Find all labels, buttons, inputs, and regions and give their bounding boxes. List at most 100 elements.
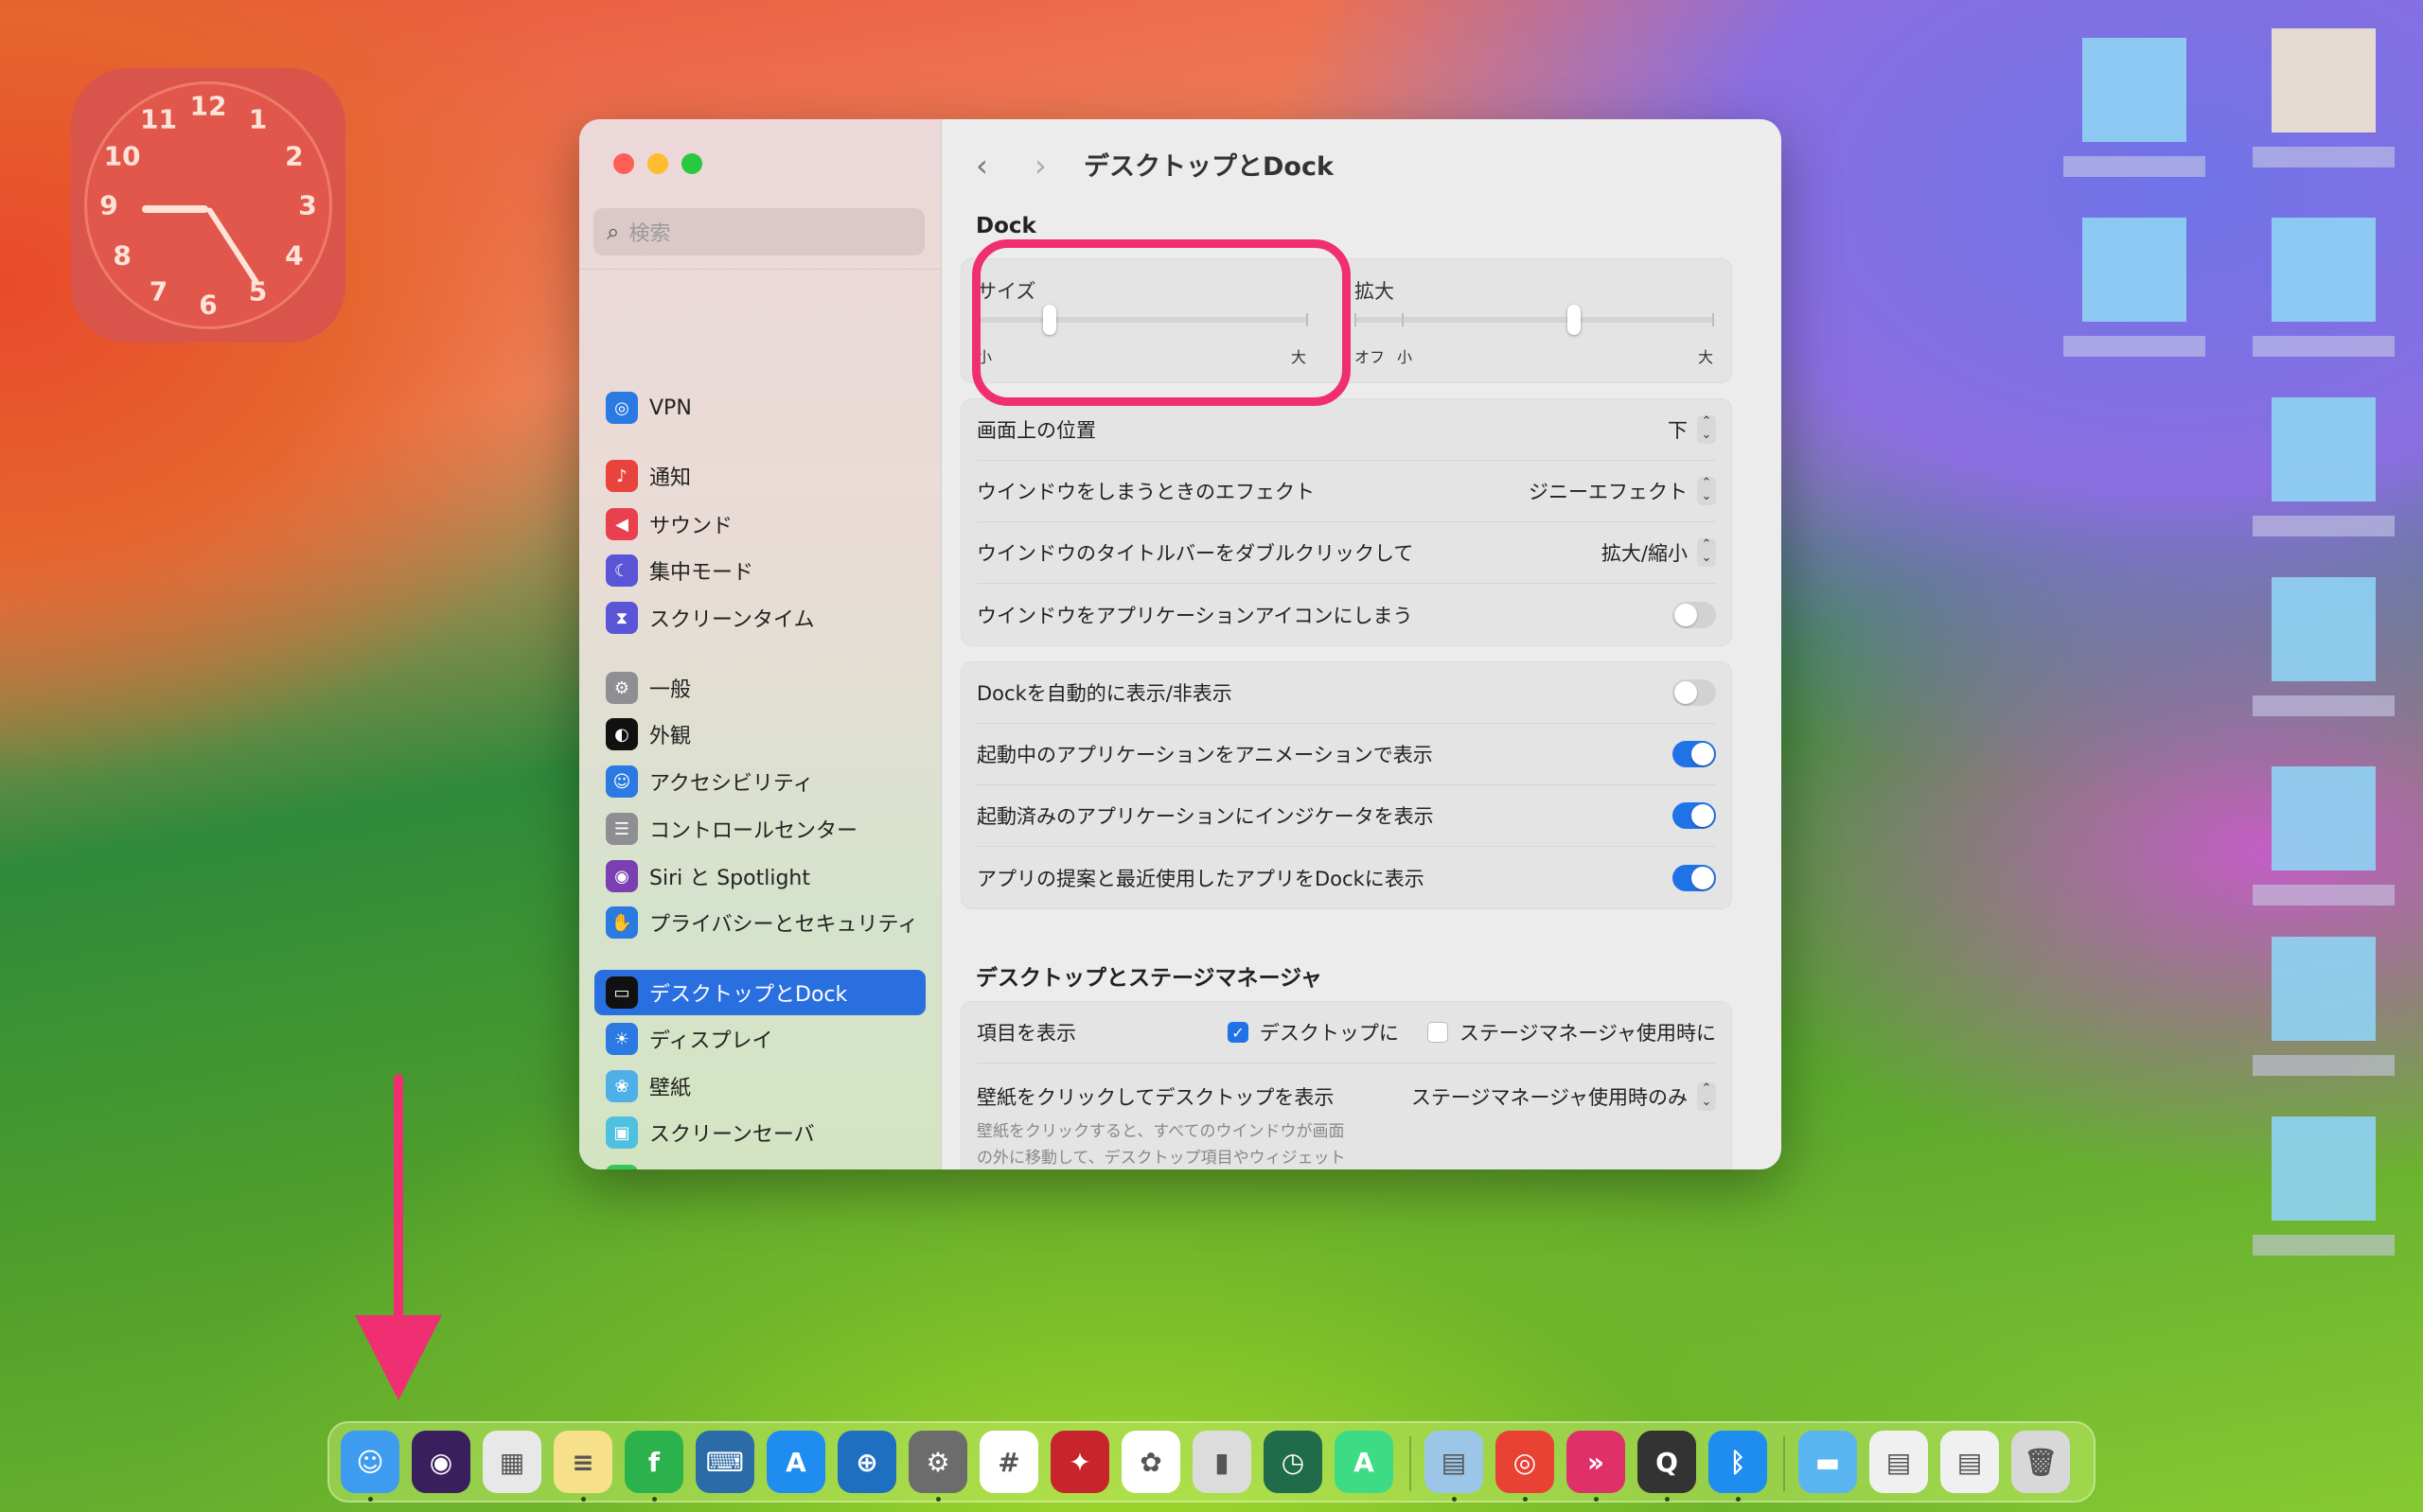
setting-toggle[interactable] [1672,802,1716,829]
magnification-slider-knob[interactable] [1566,305,1581,335]
sidebar-item-label: アクセシビリティ [649,772,814,796]
desktop-icon[interactable] [2082,218,2186,322]
document-1-icon[interactable]: ▤ [1869,1431,1928,1493]
desktop-icon[interactable] [2272,937,2376,1041]
desktop-icon-label [2253,336,2395,357]
desktop-icon-label [2253,1055,2395,1076]
sidebar-item[interactable]: ▬ バッテリー [594,1158,926,1169]
desktop-icon[interactable] [2272,1116,2376,1221]
magnification-max-label: 大 [1698,348,1714,366]
sidebar-item[interactable]: ⚙ 一般 [594,665,926,711]
preview-icon[interactable]: ▤ [1424,1431,1483,1493]
setting-popup[interactable]: 下 ⌃ ⌄ [1668,415,1716,444]
minimize-button[interactable] [647,153,668,174]
running-indicator [1452,1497,1457,1502]
sidebar-item[interactable]: ☺ アクセシビリティ [594,759,926,804]
time-machine-icon[interactable]: ◷ [1264,1431,1322,1493]
setting-popup[interactable]: ジニーエフェクト ⌃ ⌄ [1529,477,1716,505]
setting-toggle[interactable] [1672,601,1716,628]
page-title: デスクトップとDock [1084,152,1334,182]
clock-widget[interactable]: 12 1 2 3 4 5 6 7 8 9 10 11 [71,68,345,343]
sidebar-item[interactable]: ▣ スクリーンセーバ [594,1110,926,1155]
sidebar-item[interactable]: ♪ 通知 [594,453,926,499]
sidebar-item-label: 集中モード [649,561,754,585]
setting-label: ウインドウをしまうときのエフェクト [977,481,1315,503]
dock-separator [1409,1436,1411,1491]
quicktime-icon[interactable]: Q [1637,1431,1696,1493]
magnification-tick [1354,313,1356,326]
sidebar-item[interactable]: ◀ サウンド [594,501,926,547]
in-stage-manager-checkbox[interactable] [1426,1022,1448,1043]
system-settings-icon[interactable]: ⚙ [909,1431,967,1493]
magnification-off-label: オフ [1354,348,1386,366]
pin-icon[interactable]: ✦ [1051,1431,1109,1493]
android-studio-icon[interactable]: A [1335,1431,1393,1493]
desktop-icon[interactable] [2272,766,2376,870]
desktop-icon[interactable] [2272,397,2376,501]
sidebar-item-label: デスクトップとDock [649,983,848,1007]
appearance-icon: ◐ [606,718,638,750]
setting-toggle[interactable] [1672,679,1716,706]
sidebar-item[interactable]: ✋ プライバシーとセキュリティ [594,900,926,945]
keyboard-icon[interactable]: ⌨ [696,1431,754,1493]
click-wallpaper-value: ステージマネージャ使用時のみ [1410,1086,1688,1109]
sidebar-divider [579,269,941,270]
on-desktop-checkbox[interactable]: ✓ [1227,1022,1248,1043]
sidebar-item[interactable]: ☰ コントロールセンター [594,806,926,852]
trash-icon[interactable]: 🗑 [2011,1431,2070,1493]
desktop-icon[interactable] [2272,577,2376,681]
close-button[interactable] [613,153,634,174]
gear-icon: ⚙ [606,672,638,704]
desktop-icon[interactable] [2082,38,2186,142]
setting-row: ウインドウをアプリケーションアイコンにしまう [977,584,1716,645]
bluetooth-icon[interactable]: ᛒ [1708,1431,1767,1493]
zoom-button[interactable] [681,153,702,174]
folder-icon[interactable]: ▬ [1798,1431,1857,1493]
setting-toggle[interactable] [1672,864,1716,891]
sidebar-item[interactable]: ☀ ディスプレイ [594,1016,926,1062]
chrome-icon[interactable]: ◎ [1495,1431,1554,1493]
size-highlight-annotation [972,239,1351,406]
diet-coke-icon[interactable]: ▮ [1193,1431,1251,1493]
search-input[interactable]: ⌕ 検索 [593,208,925,255]
accessibility-icon: ☺ [606,765,638,798]
desktop-icon[interactable] [2272,28,2376,132]
updown-chevron-icon: ⌃ ⌄ [1697,538,1716,567]
sidebar-item[interactable]: ❀ 壁紙 [594,1064,926,1109]
sidebar-item[interactable]: ⧗ スクリーンタイム [594,595,926,641]
app-store-icon[interactable]: A [767,1431,825,1493]
running-indicator [936,1497,941,1502]
setting-popup[interactable]: 拡大/縮小 ⌃ ⌄ [1601,538,1716,567]
back-button[interactable]: ‹ [976,148,988,184]
magnification-slider[interactable] [1354,317,1714,323]
feedly-icon[interactable]: f [625,1431,683,1493]
arrow-down-annotation-icon [355,1074,442,1400]
desktop-icon[interactable] [2272,218,2376,322]
launchpad-icon[interactable]: ▦ [483,1431,541,1493]
airmail-icon[interactable]: » [1566,1431,1625,1493]
sidebar-item[interactable]: ◎ VPN [594,385,926,431]
setting-label: ウインドウのタイトルバーをダブルクリックして [977,542,1414,565]
forward-button[interactable]: › [1035,148,1047,184]
siri-icon[interactable]: ◉ [412,1431,470,1493]
setting-row: 起動中のアプリケーションをアニメーションで表示 [977,724,1716,785]
click-wallpaper-popup[interactable]: ステージマネージャ使用時のみ ⌃ ⌄ [1411,1082,1716,1111]
setting-toggle[interactable] [1672,741,1716,767]
clock-number: 4 [285,239,304,271]
sidebar-item[interactable]: ☾ 集中モード [594,548,926,593]
clock-number: 10 [103,140,141,171]
document-2-icon[interactable]: ▤ [1940,1431,1999,1493]
notes-icon[interactable]: ≡ [554,1431,612,1493]
network-icon[interactable]: ⊕ [838,1431,896,1493]
clock-number: 2 [285,140,304,171]
slack-icon[interactable]: # [980,1431,1038,1493]
finder-icon[interactable]: ☺ [341,1431,399,1493]
toggles-icon: ☰ [606,813,638,845]
sidebar-item[interactable]: ◐ 外観 [594,712,926,757]
running-indicator [368,1497,373,1502]
photos-icon[interactable]: ✿ [1122,1431,1180,1493]
dock-behavior-group: Dockを自動的に表示/非表示 起動中のアプリケーションをアニメーションで表示 起動… [961,661,1732,909]
desktop-icon-label [2253,695,2395,716]
sidebar-item[interactable]: ▭ デスクトップとDock [594,970,926,1015]
sidebar-item[interactable]: ◉ Siri と Spotlight [594,853,926,899]
